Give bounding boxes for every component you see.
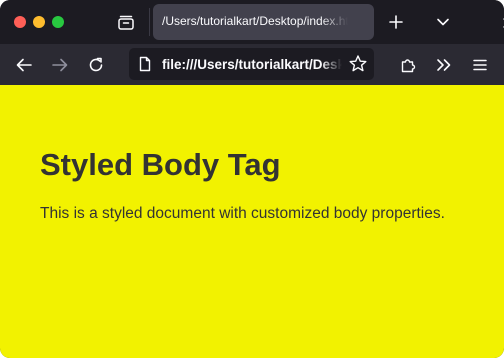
- active-tab[interactable]: /Users/tutorialkart/Desktop/index.html: [153, 4, 504, 40]
- window-close-button[interactable]: [14, 16, 26, 28]
- address-bar[interactable]: file:///Users/tutorialkart/Desktop/index…: [129, 48, 374, 80]
- window-maximize-button[interactable]: [52, 16, 64, 28]
- extensions-button[interactable]: [395, 52, 421, 78]
- page-heading: Styled Body Tag: [40, 147, 281, 182]
- navigation-toolbar: file:///Users/tutorialkart/Desktop/index…: [0, 44, 504, 85]
- tab-overview-icon: [118, 15, 134, 30]
- document-icon: [139, 56, 151, 72]
- hamburger-menu-icon: [473, 59, 487, 71]
- reload-button[interactable]: [83, 52, 109, 78]
- star-icon[interactable]: [348, 54, 368, 74]
- chevrons-right-icon: [437, 59, 451, 71]
- page-content: Styled Body Tag This is a styled documen…: [0, 85, 504, 358]
- tab-list-button[interactable]: [431, 10, 455, 34]
- browser-window: /Users/tutorialkart/Desktop/index.html f…: [0, 0, 504, 358]
- tab-strip: /Users/tutorialkart/Desktop/index.html: [0, 0, 504, 44]
- reload-icon: [89, 57, 103, 72]
- overflow-menu-button[interactable]: [431, 52, 457, 78]
- tab-title: /Users/tutorialkart/Desktop/index.html: [162, 14, 348, 28]
- url-text[interactable]: file:///Users/tutorialkart/Desktop/index…: [162, 57, 342, 72]
- arrow-left-icon: [16, 58, 32, 72]
- window-minimize-button[interactable]: [33, 16, 45, 28]
- new-tab-button[interactable]: [384, 10, 408, 34]
- back-button[interactable]: [11, 52, 37, 78]
- plus-icon: [389, 15, 403, 29]
- tab-overview-button[interactable]: [112, 10, 140, 34]
- chevron-down-icon: [437, 18, 449, 26]
- main-menu-button[interactable]: [467, 52, 493, 78]
- tab-close-button[interactable]: [499, 14, 504, 32]
- tab-divider: [149, 8, 150, 36]
- arrow-right-icon: [52, 58, 68, 72]
- puzzle-icon: [401, 59, 416, 73]
- forward-button[interactable]: [47, 52, 73, 78]
- page-paragraph: This is a styled document with customize…: [40, 205, 445, 222]
